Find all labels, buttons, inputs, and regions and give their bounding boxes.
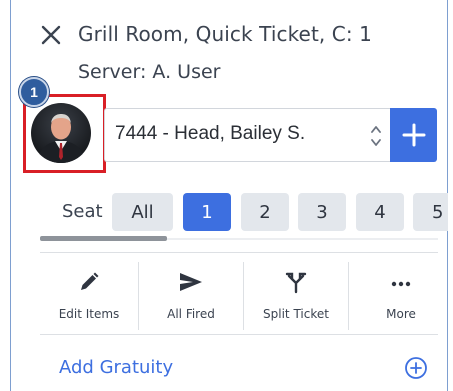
- callout-badge: 1: [19, 77, 49, 107]
- ellipsis-icon: [391, 281, 411, 287]
- edit-items-label: Edit Items: [58, 307, 120, 321]
- seat-3-button[interactable]: 3: [298, 193, 346, 231]
- split-icon: [285, 272, 307, 294]
- split-ticket-label: Split Ticket: [263, 307, 329, 321]
- seat-all-button[interactable]: All: [112, 193, 173, 231]
- divider: [40, 334, 438, 335]
- add-guest-button[interactable]: [390, 108, 437, 162]
- chevron-up-down-icon: [371, 126, 381, 146]
- seat-2-button[interactable]: 2: [241, 193, 289, 231]
- split-ticket-button[interactable]: Split Ticket: [244, 262, 348, 330]
- close-icon[interactable]: [40, 24, 62, 46]
- more-button[interactable]: More: [349, 262, 453, 330]
- guest-name: 7444 - Head, Bailey S.: [115, 123, 306, 144]
- send-icon: [180, 273, 202, 291]
- add-gratuity-link[interactable]: Add Gratuity: [59, 357, 173, 378]
- ticket-title: Grill Room, Quick Ticket, C: 1: [78, 22, 372, 46]
- seat-4-button[interactable]: 4: [356, 193, 404, 231]
- seat-scrollbar[interactable]: [40, 236, 167, 241]
- divider: [40, 252, 438, 253]
- seat-label: Seat: [62, 201, 103, 222]
- seat-5-button[interactable]: 5: [413, 193, 448, 231]
- pencil-icon: [81, 272, 99, 290]
- edit-items-button[interactable]: Edit Items: [40, 262, 138, 330]
- more-label: More: [386, 307, 416, 321]
- guest-select[interactable]: 7444 - Head, Bailey S.: [104, 108, 390, 162]
- server-name: Server: A. User: [78, 61, 221, 83]
- circle-plus-icon[interactable]: [404, 356, 428, 380]
- seat-1-button[interactable]: 1: [183, 193, 231, 231]
- plus-icon: [402, 123, 425, 147]
- all-fired-button[interactable]: All Fired: [139, 262, 243, 330]
- all-fired-label: All Fired: [167, 307, 215, 321]
